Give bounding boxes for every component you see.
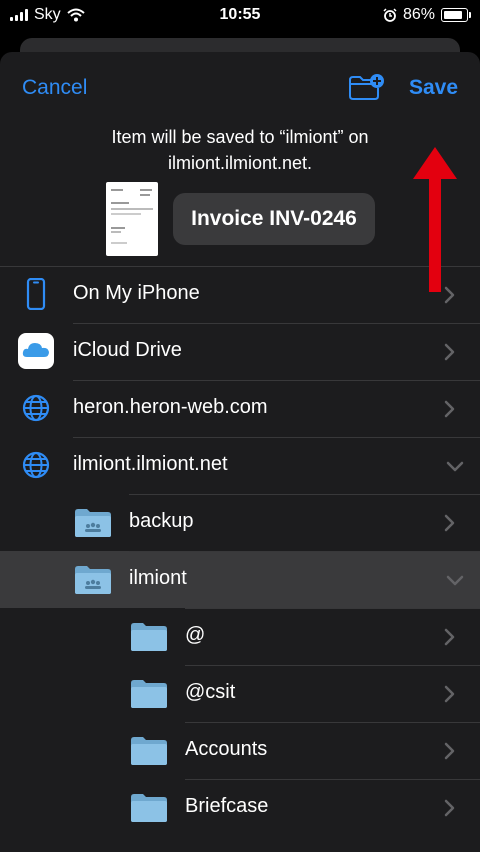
- status-bar: Sky 10:55 86%: [0, 0, 480, 30]
- row-separator: [129, 494, 480, 495]
- location-list: On My iPhone iCloud Drive heron.heron-web.…: [0, 266, 480, 836]
- chevron-right-icon[interactable]: [444, 400, 458, 418]
- globe-icon: [21, 450, 51, 485]
- location-row[interactable]: heron.heron-web.com: [0, 380, 480, 437]
- chevron-right-icon[interactable]: [444, 343, 458, 361]
- location-label: Accounts: [185, 738, 268, 760]
- save-sheet: Cancel Save Item will be saved to “ilmio…: [0, 52, 480, 852]
- cancel-button[interactable]: Cancel: [22, 76, 87, 100]
- location-label: iCloud Drive: [73, 339, 182, 361]
- location-row[interactable]: ilmiont.ilmiont.net: [0, 437, 480, 494]
- location-row[interactable]: Briefcase: [0, 779, 480, 836]
- location-label: backup: [129, 510, 194, 532]
- location-row[interactable]: backup: [0, 494, 480, 551]
- location-label: ilmiont.ilmiont.net: [73, 453, 228, 475]
- location-row[interactable]: ilmiont: [0, 551, 480, 608]
- chevron-right-icon[interactable]: [444, 628, 458, 646]
- row-separator: [129, 551, 480, 552]
- annotation-arrow: [413, 147, 457, 292]
- battery-icon: [441, 8, 471, 22]
- shared-folder-icon: [74, 508, 112, 543]
- save-destination-info: Item will be saved to “ilmiont” on ilmio…: [0, 124, 480, 176]
- row-separator: [185, 779, 480, 780]
- location-label: Briefcase: [185, 795, 269, 817]
- location-row[interactable]: @csit: [0, 665, 480, 722]
- chevron-right-icon[interactable]: [444, 514, 458, 532]
- location-label: heron.heron-web.com: [73, 396, 268, 418]
- folder-icon: [130, 793, 168, 828]
- location-row[interactable]: Accounts: [0, 722, 480, 779]
- location-label: ilmiont: [129, 567, 187, 589]
- row-separator: [73, 323, 480, 324]
- globe-icon: [21, 393, 51, 428]
- folder-icon: [130, 679, 168, 714]
- folder-icon: [130, 736, 168, 771]
- alarm-icon: [383, 8, 397, 22]
- row-separator: [0, 266, 480, 267]
- row-separator: [73, 437, 480, 438]
- location-row[interactable]: iCloud Drive: [0, 323, 480, 380]
- location-label: @csit: [185, 681, 236, 703]
- info-line-1: Item will be saved to “ilmiont” on: [111, 127, 369, 147]
- phone-icon: [26, 277, 46, 315]
- row-separator: [185, 722, 480, 723]
- folder-icon: [130, 622, 168, 657]
- chevron-right-icon[interactable]: [444, 685, 458, 703]
- chevron-right-icon[interactable]: [444, 742, 458, 760]
- save-button[interactable]: Save: [409, 76, 458, 100]
- shared-folder-icon: [74, 565, 112, 600]
- file-name-field[interactable]: Invoice INV-0246: [173, 193, 375, 245]
- row-separator: [185, 608, 480, 609]
- icloud-icon: [18, 333, 54, 374]
- chevron-right-icon[interactable]: [444, 799, 458, 817]
- location-label: @: [185, 624, 206, 646]
- battery-percent: 86%: [402, 6, 435, 23]
- status-right: 86%: [383, 6, 471, 24]
- new-folder-icon[interactable]: [348, 72, 384, 102]
- row-separator: [73, 380, 480, 381]
- location-row[interactable]: On My iPhone: [0, 266, 480, 323]
- info-line-2: ilmiont.ilmiont.net.: [167, 153, 313, 173]
- location-label: On My iPhone: [73, 282, 200, 304]
- location-row[interactable]: @: [0, 608, 480, 665]
- document-thumbnail: [106, 182, 158, 256]
- row-separator: [185, 665, 480, 666]
- chevron-down-icon[interactable]: [446, 460, 464, 478]
- chevron-down-icon[interactable]: [446, 574, 464, 592]
